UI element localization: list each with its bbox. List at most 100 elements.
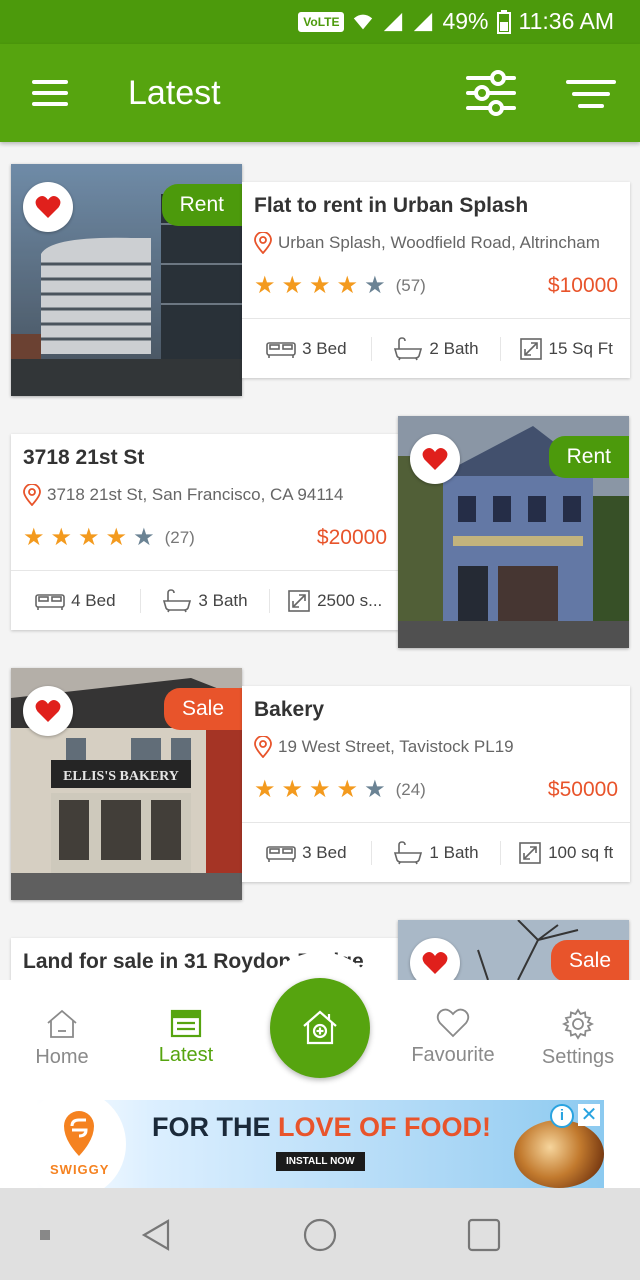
star-icon: ★	[23, 524, 45, 551]
address-text: Urban Splash, Woodfield Road, Altrincham	[278, 233, 600, 252]
star-icon: ★	[281, 776, 304, 803]
overview-icon[interactable]	[466, 1217, 502, 1253]
area-size: 15 Sq Ft	[548, 338, 613, 358]
heart-icon	[422, 952, 448, 974]
settings-icon	[562, 1008, 594, 1040]
bath-feature: 3 Bath	[141, 588, 271, 613]
listing-list[interactable]: Rent Flat to rent in Urban Splash Urban …	[0, 142, 640, 980]
favourite-button[interactable]	[23, 182, 73, 232]
listing-card[interactable]: Rent Flat to rent in Urban Splash Urban …	[0, 164, 640, 396]
status-bar: VoLTE 49% 11:36 AM	[0, 0, 640, 44]
battery-icon	[496, 9, 511, 34]
listing-features: 3 Bed 2 Bath 15 Sq Ft	[242, 319, 630, 378]
star-icon: ★	[78, 524, 100, 551]
menu-icon[interactable]	[32, 80, 68, 108]
listing-photo[interactable]: Rent	[11, 164, 242, 396]
bath-count: 2 Bath	[429, 338, 479, 358]
bed-count: 3 Bed	[302, 338, 347, 358]
listing-features: 4 Bed 3 Bath 2500 s...	[11, 571, 399, 630]
bed-feature: 4 Bed	[11, 588, 141, 613]
location-pin-icon	[254, 736, 272, 758]
area-icon	[519, 337, 542, 360]
food-image	[514, 1120, 604, 1188]
bed-feature: 3 Bed	[242, 840, 372, 865]
star-icon: ★	[133, 524, 155, 551]
nav-settings[interactable]: Settings	[518, 1008, 638, 1069]
listing-photo[interactable]: Sale	[398, 920, 629, 980]
address-text: 3718 21st St, San Francisco, CA 94114	[47, 485, 344, 504]
review-count: (27)	[164, 528, 195, 547]
listing-type-tag: Rent	[548, 436, 629, 478]
favourite-button[interactable]	[410, 434, 460, 484]
rating: ★ ★ ★ ★ ★ (27)	[23, 526, 195, 550]
bed-icon	[35, 593, 65, 610]
review-count: (57)	[395, 276, 426, 295]
wifi-icon	[354, 14, 373, 29]
address-text: 19 West Street, Tavistock PL19	[278, 737, 514, 756]
bath-feature: 1 Bath	[372, 840, 502, 865]
listing-card[interactable]: 3718 21st St 3718 21st St, San Francisco…	[0, 416, 640, 648]
bath-feature: 2 Bath	[372, 336, 502, 361]
listing-address: 19 West Street, Tavistock PL19	[254, 736, 620, 758]
listing-info[interactable]: Flat to rent in Urban Splash Urban Splas…	[242, 182, 630, 378]
location-pin-icon	[254, 232, 272, 254]
volte-indicator: VoLTE	[298, 11, 345, 32]
add-home-icon	[303, 1010, 337, 1045]
ad-close-icon[interactable]: ✕	[578, 1104, 600, 1126]
nav-home[interactable]: Home	[2, 1008, 122, 1069]
star-icon: ★	[364, 272, 386, 299]
ad-brand: SWIGGY	[50, 1162, 110, 1177]
favourite-button[interactable]	[410, 938, 460, 980]
latest-icon	[170, 1009, 202, 1038]
nav-home-label: Home	[35, 1046, 89, 1068]
app-bar: Latest	[0, 44, 640, 142]
clock: 11:36 AM	[518, 8, 614, 34]
location-pin-icon	[23, 484, 41, 506]
bath-count: 1 Bath	[429, 842, 479, 862]
sort-icon[interactable]	[566, 78, 616, 110]
system-nav-bar	[0, 1188, 640, 1280]
listing-type-tag: Rent	[161, 184, 242, 226]
ad-banner[interactable]: SWIGGY FOR THE LOVE OF FOOD! INSTALL NOW…	[36, 1100, 604, 1188]
favourite-button[interactable]	[23, 686, 73, 736]
bed-count: 3 Bed	[302, 842, 347, 862]
heart-icon	[35, 700, 61, 722]
home-system-icon[interactable]	[302, 1217, 338, 1253]
recent-dot-icon[interactable]	[38, 1228, 52, 1242]
filter-icon[interactable]	[466, 70, 516, 116]
star-icon: ★	[309, 272, 331, 299]
listing-photo[interactable]: ELLIS'S BAKERY Sale	[11, 668, 242, 900]
star-icon: ★	[105, 524, 128, 551]
star-icon: ★	[364, 776, 386, 803]
listing-address: 3718 21st St, San Francisco, CA 94114	[23, 484, 389, 506]
nav-favourite[interactable]: Favourite	[393, 1008, 513, 1067]
add-property-button[interactable]	[270, 978, 370, 1078]
listing-card[interactable]: ELLIS'S BAKERY Sale Bakery 19 West Stree…	[0, 668, 640, 900]
bathtub-icon	[394, 336, 423, 360]
listing-address: Urban Splash, Woodfield Road, Altrincham	[254, 232, 620, 254]
listing-price: $50000	[547, 778, 618, 801]
area-feature: 15 Sq Ft	[501, 337, 630, 361]
area-size: 2500 s...	[317, 590, 383, 610]
review-count: (24)	[395, 780, 426, 799]
bottom-nav: Home Latest Favourite Settings	[0, 952, 640, 1096]
back-icon[interactable]	[140, 1218, 172, 1252]
listing-info[interactable]: 3718 21st St 3718 21st St, San Francisco…	[11, 434, 399, 630]
signal-2-icon	[414, 12, 433, 31]
star-icon: ★	[281, 272, 304, 299]
star-icon: ★	[309, 776, 331, 803]
bed-count: 4 Bed	[71, 590, 116, 610]
rating: ★ ★ ★ ★ ★ (57)	[254, 274, 426, 298]
listing-info[interactable]: Bakery 19 West Street, Tavistock PL19 ★ …	[242, 686, 630, 882]
ad-install-button[interactable]: INSTALL NOW	[276, 1152, 365, 1171]
listing-title: 3718 21st St	[23, 446, 145, 469]
listing-photo[interactable]: Rent	[398, 416, 629, 648]
area-feature: 2500 s...	[270, 589, 399, 613]
area-icon	[519, 841, 541, 864]
ad-info-icon[interactable]: i	[550, 1104, 574, 1128]
ad-headline-part-1: FOR THE	[152, 1112, 278, 1142]
star-icon: ★	[50, 524, 73, 551]
listing-price: $20000	[316, 526, 387, 549]
listing-title: Flat to rent in Urban Splash	[254, 194, 529, 217]
nav-latest[interactable]: Latest	[126, 1008, 246, 1067]
